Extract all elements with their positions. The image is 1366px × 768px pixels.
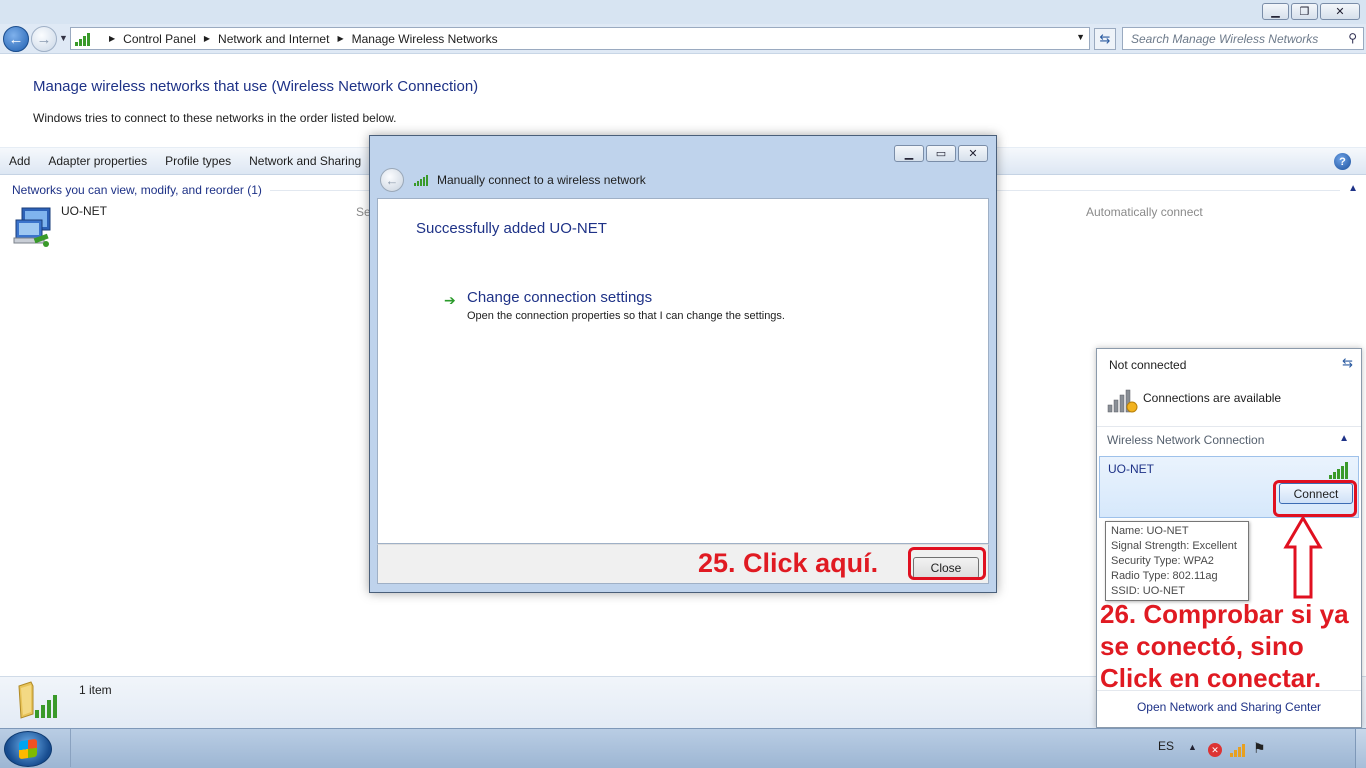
tooltip-ssid: SSID: UO-NET [1111,585,1185,597]
network-and-sharing-button[interactable]: Network and Sharing [240,154,370,168]
taskbar-apps-area [70,729,1128,767]
close-window-button[interactable]: ✕ [1320,3,1360,20]
title-bar: ▁ ❐ ✕ [0,0,1366,24]
network-tray-icon[interactable] [1230,743,1245,757]
signal-bars-icon [414,174,428,186]
tooltip-name: Name: UO-NET [1111,525,1189,537]
step-25-annotation: 25. Click aquí. [698,548,879,578]
open-network-sharing-center-link[interactable]: Open Network and Sharing Center [1097,700,1361,714]
step-26-line-3: Click en conectar. [1100,663,1322,693]
success-message: Successfully added UO-NET [416,220,607,237]
adapter-properties-button[interactable]: Adapter properties [39,154,156,168]
profile-types-button[interactable]: Profile types [156,154,240,168]
tooltip-signal: Signal Strength: Excellent [1111,540,1237,552]
dialog-minimize-button[interactable]: ▁ [894,145,924,162]
action-center-flag-icon[interactable]: ⚑ [1253,740,1266,757]
dialog-caption-buttons: ▁ ▭ ✕ [894,145,988,162]
search-icon[interactable]: ⚲ [1348,31,1357,45]
network-icon [75,32,95,46]
breadcrumb-manage-wireless-networks[interactable]: Manage Wireless Networks [352,32,498,46]
section-header: Wireless Network Connection [1107,433,1265,447]
show-desktop-button[interactable] [1355,729,1366,768]
breadcrumb-network-and-internet[interactable]: Network and Internet [218,32,329,46]
minimize-button[interactable]: ▁ [1262,3,1289,20]
forward-arrow-icon[interactable]: → [31,26,57,52]
collapse-section-icon[interactable]: ▲ [1339,433,1349,444]
dialog-footer [377,544,989,584]
add-button[interactable]: Add [0,154,39,168]
windows-logo-icon [19,738,37,760]
show-hidden-icons-icon[interactable]: ▲ [1188,742,1197,752]
divider [1097,426,1361,427]
address-row: ← → ▼ ▶ Control Panel ▶ Network and Inte… [0,24,1366,54]
refresh-icon[interactable]: ⇆ [1342,355,1353,371]
start-button[interactable] [4,731,52,767]
caption-buttons: ▁ ❐ ✕ [1262,3,1360,20]
wireless-network-icon [13,207,51,247]
signal-available-icon [1107,389,1138,413]
tooltip-radio: Radio Type: 802.11ag [1111,570,1218,582]
connection-status: Not connected [1109,358,1187,372]
link-description: Open the connection properties so that I… [467,310,785,322]
step-26-line-1: 26. Comprobar si ya [1100,599,1349,629]
network-name[interactable]: UO-NET [61,204,107,218]
page-description: Windows tries to connect to these networ… [33,111,397,125]
recent-pages-dropdown-icon[interactable]: ▼ [59,33,68,43]
breadcrumb: ▶ Control Panel ▶ Network and Internet ▶… [109,31,498,46]
collapse-group-icon[interactable]: ▲ [1348,183,1358,194]
step-26-line-2: se conectó, sino [1100,631,1304,661]
signal-bars-icon [1329,461,1348,479]
page-title: Manage wireless networks that use (Wirel… [33,78,479,95]
highlight-connect-box [1273,480,1357,517]
maximize-button[interactable]: ❐ [1291,3,1318,20]
refresh-icon[interactable]: ⇆ [1094,28,1116,50]
volume-muted-icon[interactable]: ✕ [1208,743,1222,757]
manual-connect-dialog: ▁ ▭ ✕ ← Manually connect to a wireless n… [369,135,997,593]
connection-mode: Automatically connect [1086,205,1203,219]
language-indicator[interactable]: ES [1158,739,1174,753]
network-tooltip: Name: UO-NET Signal Strength: Excellent … [1105,521,1249,601]
search-input[interactable]: Search Manage Wireless Networks ⚲ [1122,27,1364,50]
dialog-title: Manually connect to a wireless network [437,173,646,187]
tooltip-security: Security Type: WPA2 [1111,555,1214,567]
item-count: 1 item [79,683,112,697]
highlight-close-box [908,547,986,580]
up-arrow-annotation [1283,515,1323,599]
group-header: Networks you can view, modify, and reord… [12,183,262,197]
system-tray: ✕ ⚑ [1208,740,1266,757]
back-arrow-icon[interactable]: ← [3,26,29,52]
dialog-back-icon[interactable]: ← [380,168,404,192]
dialog-close-icon[interactable]: ✕ [958,145,988,162]
breadcrumb-control-panel[interactable]: Control Panel [123,32,196,46]
availability-text: Connections are available [1143,391,1282,405]
chevron-down-icon[interactable]: ▼ [1076,32,1085,42]
address-bar[interactable]: ▶ Control Panel ▶ Network and Internet ▶… [70,27,1090,50]
search-placeholder: Search Manage Wireless Networks [1131,31,1319,46]
dialog-content: Successfully added UO-NET ➔ Change conne… [377,198,989,544]
step-26-annotation: 26. Comprobar si ya se conectó, sino Cli… [1100,598,1349,694]
flyout-network-name: UO-NET [1108,462,1154,476]
dialog-maximize-button[interactable]: ▭ [926,145,956,162]
change-connection-settings-link[interactable]: Change connection settings [467,289,652,306]
help-icon[interactable]: ? [1334,153,1351,170]
arrow-right-icon: ➔ [444,292,456,308]
network-folder-icon [18,681,57,719]
